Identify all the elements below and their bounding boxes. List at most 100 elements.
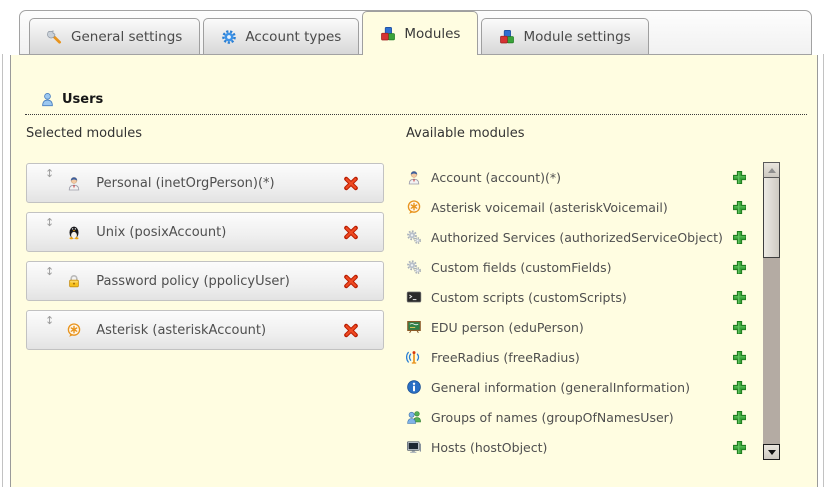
module-label: Password policy (ppolicyUser) bbox=[96, 274, 290, 289]
wrench-icon bbox=[47, 29, 63, 45]
tab-module-settings[interactable]: Module settings bbox=[481, 18, 648, 54]
add-module-button[interactable] bbox=[731, 199, 756, 215]
scrollbar-down-button[interactable] bbox=[763, 444, 780, 460]
add-icon bbox=[731, 259, 747, 275]
modules-icon bbox=[380, 26, 396, 42]
users-icon bbox=[39, 91, 55, 107]
info-icon bbox=[406, 379, 422, 395]
available-modules-scrollbar[interactable] bbox=[763, 162, 780, 460]
tab-label: Modules bbox=[404, 26, 460, 42]
selected-module-row[interactable]: ↕ Personal (inetOrgPerson)(*) bbox=[26, 163, 384, 203]
remove-module-button[interactable] bbox=[343, 175, 359, 191]
host-icon bbox=[406, 439, 422, 455]
person-icon bbox=[406, 169, 422, 185]
available-module-row: Groups of names (groupOfNamesUser) bbox=[406, 402, 760, 432]
module-label: EDU person (eduPerson) bbox=[431, 320, 584, 335]
available-modules-column: Available modules Account (account)(*) As… bbox=[406, 125, 790, 462]
module-label: FreeRadius (freeRadius) bbox=[431, 350, 580, 365]
module-label: Account (account)(*) bbox=[431, 170, 561, 185]
add-icon bbox=[731, 289, 747, 305]
board-icon bbox=[406, 319, 422, 335]
remove-module-button[interactable] bbox=[343, 273, 359, 289]
delete-icon bbox=[343, 322, 359, 338]
add-module-button[interactable] bbox=[731, 229, 756, 245]
tab-account-types[interactable]: Account types bbox=[203, 18, 359, 54]
selected-modules-heading: Selected modules bbox=[26, 125, 384, 142]
window-edge-left bbox=[2, 54, 3, 487]
selected-module-row[interactable]: ↕ Asterisk (asteriskAccount) bbox=[26, 310, 384, 350]
available-module-row: Custom fields (customFields) bbox=[406, 252, 760, 282]
module-label: Hosts (hostObject) bbox=[431, 440, 547, 455]
add-module-button[interactable] bbox=[731, 289, 756, 305]
add-icon bbox=[731, 199, 747, 215]
add-icon bbox=[731, 229, 747, 245]
available-module-row: EDU person (eduPerson) bbox=[406, 312, 760, 342]
available-module-row: Account (account)(*) bbox=[406, 162, 760, 192]
tab-bar: General settings Account types Modules Modu… bbox=[19, 10, 812, 55]
available-modules-list: Account (account)(*) Asterisk voicemail (… bbox=[406, 162, 760, 462]
tab-label: Module settings bbox=[523, 29, 630, 45]
gear-blue-icon bbox=[221, 29, 237, 45]
delete-icon bbox=[343, 273, 359, 289]
chevron-down-icon bbox=[768, 450, 776, 455]
add-module-button[interactable] bbox=[731, 409, 756, 425]
window-edge-right bbox=[823, 54, 824, 487]
available-module-row: Custom scripts (customScripts) bbox=[406, 282, 760, 312]
add-module-button[interactable] bbox=[731, 439, 756, 455]
scrollbar-thumb[interactable] bbox=[763, 178, 780, 258]
delete-icon bbox=[343, 175, 359, 191]
module-label: Custom scripts (customScripts) bbox=[431, 290, 627, 305]
add-icon bbox=[731, 169, 747, 185]
available-module-row: Hosts (hostObject) bbox=[406, 432, 760, 462]
module-label: Unix (posixAccount) bbox=[96, 225, 226, 240]
available-module-row: FreeRadius (freeRadius) bbox=[406, 342, 760, 372]
scrollbar-track[interactable] bbox=[763, 258, 780, 444]
available-module-row: General information (generalInformation) bbox=[406, 372, 760, 402]
tab-label: General settings bbox=[71, 29, 182, 45]
section-title: Users bbox=[62, 92, 103, 107]
asterisk-icon bbox=[66, 322, 82, 338]
add-icon bbox=[731, 439, 747, 455]
scrollbar-up-button[interactable] bbox=[763, 162, 780, 178]
drag-handle-icon[interactable]: ↕ bbox=[45, 217, 54, 229]
selected-module-row[interactable]: ↕ Password policy (ppolicyUser) bbox=[26, 261, 384, 301]
gears-icon bbox=[406, 259, 422, 275]
add-module-button[interactable] bbox=[731, 349, 756, 365]
antenna-icon bbox=[406, 349, 422, 365]
available-modules-heading: Available modules bbox=[406, 125, 790, 142]
add-icon bbox=[731, 349, 747, 365]
asterisk-icon bbox=[406, 199, 422, 215]
add-module-button[interactable] bbox=[731, 259, 756, 275]
selected-modules-column: Selected modules ↕ Personal (inetOrgPerso… bbox=[26, 125, 384, 359]
selected-module-row[interactable]: ↕ Unix (posixAccount) bbox=[26, 212, 384, 252]
add-icon bbox=[731, 319, 747, 335]
available-modules-wrap: Account (account)(*) Asterisk voicemail (… bbox=[406, 162, 790, 462]
drag-handle-icon[interactable]: ↕ bbox=[45, 168, 54, 180]
section-header: Users bbox=[25, 91, 807, 115]
terminal-icon bbox=[406, 289, 422, 305]
tab-modules[interactable]: Modules bbox=[362, 11, 478, 55]
selected-modules-list: ↕ Personal (inetOrgPerson)(*) ↕ Unix (posix… bbox=[26, 163, 384, 350]
drag-handle-icon[interactable]: ↕ bbox=[45, 315, 54, 327]
tab-label: Account types bbox=[245, 29, 341, 45]
add-module-button[interactable] bbox=[731, 169, 756, 185]
remove-module-button[interactable] bbox=[343, 224, 359, 240]
tux-icon bbox=[66, 224, 82, 240]
person-icon bbox=[66, 175, 82, 191]
group-icon bbox=[406, 409, 422, 425]
add-icon bbox=[731, 409, 747, 425]
module-label: Custom fields (customFields) bbox=[431, 260, 611, 275]
available-module-row: Authorized Services (authorizedServiceOb… bbox=[406, 222, 760, 252]
module-label: Authorized Services (authorizedServiceOb… bbox=[431, 230, 723, 245]
delete-icon bbox=[343, 224, 359, 240]
add-module-button[interactable] bbox=[731, 379, 756, 395]
available-module-row: Asterisk voicemail (asteriskVoicemail) bbox=[406, 192, 760, 222]
module-label: Personal (inetOrgPerson)(*) bbox=[96, 176, 274, 191]
drag-handle-icon[interactable]: ↕ bbox=[45, 266, 54, 278]
add-module-button[interactable] bbox=[731, 319, 756, 335]
tab-general-settings[interactable]: General settings bbox=[29, 18, 200, 54]
module-label: Asterisk (asteriskAccount) bbox=[96, 323, 266, 338]
add-icon bbox=[731, 379, 747, 395]
remove-module-button[interactable] bbox=[343, 322, 359, 338]
lock-icon bbox=[66, 273, 82, 289]
